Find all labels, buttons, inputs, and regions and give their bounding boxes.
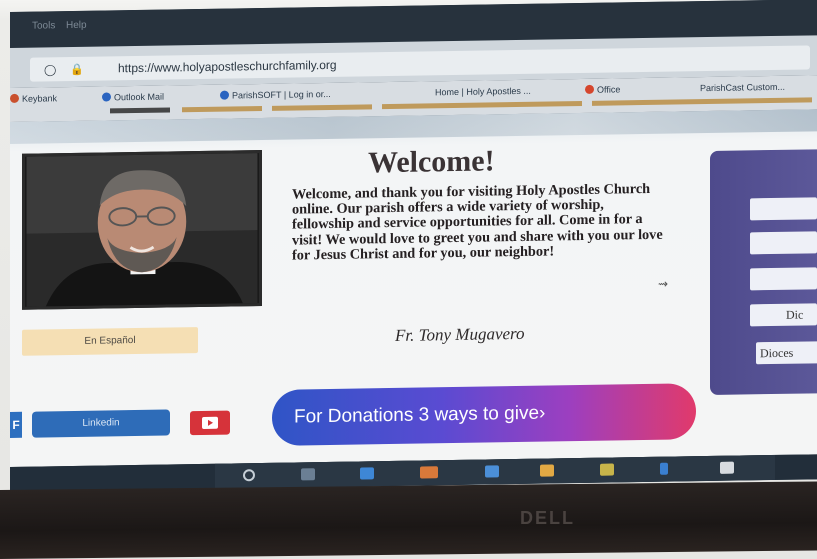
bookmark-decoration (592, 97, 812, 106)
web-page: En Español Welcome! Welcome, and thank y… (10, 109, 817, 467)
priest-photo (22, 150, 262, 310)
file-explorer-icon[interactable] (600, 463, 614, 476)
bookmark-parishcast[interactable]: ParishCast Custom... (700, 82, 785, 93)
bookmark-decoration (182, 106, 262, 113)
bookmark-outlook-mail[interactable]: Outlook Mail (102, 92, 164, 103)
url-field[interactable]: ◯ 🔒 https://www.holyapostleschurchfamily… (30, 45, 810, 82)
dell-logo: DELL (520, 508, 575, 528)
pastor-signature: Fr. Tony Mugavero (395, 323, 525, 345)
cortana-search-icon[interactable] (243, 469, 255, 482)
app-icon-orange[interactable] (420, 466, 438, 479)
welcome-message: Welcome, and thank you for visiting Holy… (292, 180, 663, 264)
side-link-button-dioces[interactable]: Dioces (756, 341, 817, 365)
bookmark-label: ParishSOFT | Log in or... (232, 88, 331, 101)
side-link-button-3[interactable] (750, 267, 817, 291)
youtube-button[interactable] (190, 410, 230, 436)
bookmark-label: Keybank (22, 93, 58, 104)
task-view-icon[interactable] (301, 468, 315, 481)
bookmark-label: ParishCast Custom... (700, 81, 786, 94)
bookmark-office[interactable]: Office (585, 84, 620, 95)
word-icon[interactable] (360, 467, 374, 480)
bookmark-label: Outlook Mail (114, 91, 165, 103)
menu-help[interactable]: Help (66, 20, 87, 31)
bookmark-label: Home | Holy Apostles ... (435, 85, 531, 98)
bookmark-holy-apostles[interactable]: Home | Holy Apostles ... (435, 86, 531, 98)
espanol-button[interactable]: En Español (22, 327, 198, 356)
bookmark-keybank[interactable]: Keybank (10, 93, 57, 104)
monitor-screen: Tools Help ◯ 🔒 https://www.holyapostlesc… (10, 0, 817, 492)
side-link-button-2[interactable] (750, 231, 817, 255)
store-icon[interactable] (540, 464, 554, 477)
donations-button[interactable]: For Donations 3 ways to give› (272, 383, 696, 446)
facebook-icon[interactable]: F (10, 411, 22, 438)
bookmark-decoration (272, 104, 372, 111)
bookmark-label: Office (597, 84, 621, 95)
photo-of-monitor: Tools Help ◯ 🔒 https://www.holyapostlesc… (0, 0, 817, 559)
lock-icon[interactable]: 🔒 (70, 63, 84, 76)
edge-icon[interactable] (660, 462, 668, 475)
priest-portrait-image (26, 153, 258, 307)
welcome-heading: Welcome! (368, 144, 495, 180)
side-link-button-1[interactable] (750, 197, 817, 221)
youtube-play-icon (202, 416, 218, 429)
bookmark-decoration (110, 107, 170, 114)
bookmark-decoration (382, 101, 582, 110)
monitor-bezel (0, 481, 817, 559)
side-link-panel: Dic Dioces (710, 149, 817, 396)
folder-icon[interactable] (485, 465, 499, 478)
camera-icon[interactable] (720, 461, 734, 474)
menu-tools[interactable]: Tools (32, 20, 55, 31)
linkedin-button[interactable]: Linkedin (32, 409, 170, 438)
shield-icon[interactable]: ◯ (44, 63, 56, 76)
bookmark-parishsoft[interactable]: ParishSOFT | Log in or... (220, 89, 331, 101)
url-text[interactable]: https://www.holyapostleschurchfamily.org (118, 58, 337, 75)
side-link-button-dic[interactable]: Dic (750, 303, 817, 327)
mouse-cursor-icon: ⇝ (658, 276, 669, 291)
